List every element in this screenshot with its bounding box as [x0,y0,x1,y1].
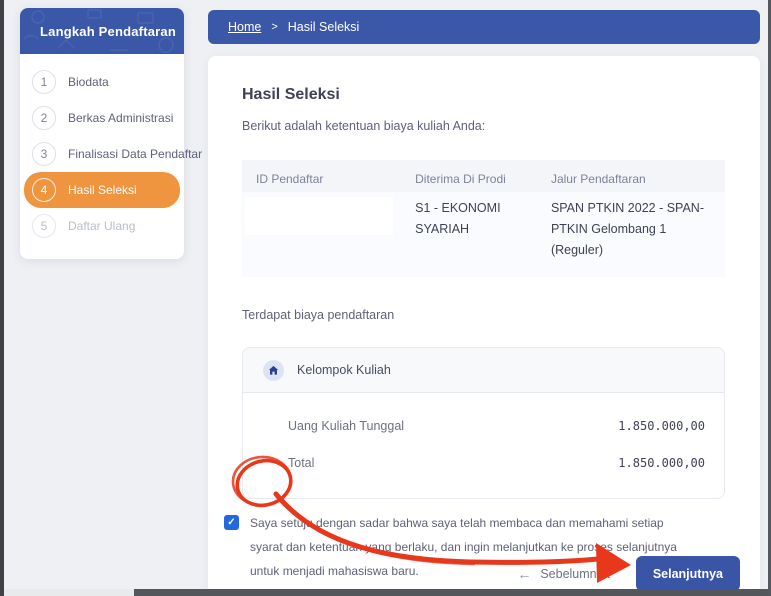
steps-panel-title: Langkah Pendaftaran [40,24,176,39]
applicant-info-table: ID Pendaftar Diterima Di Prodi Jalur Pen… [242,160,725,277]
fee-card: Kelompok Kuliah Uang Kuliah Tunggal 1.85… [242,347,725,499]
left-arrow-icon: ← [517,566,531,582]
window-frame-left [0,0,4,596]
label-diterima-di-prodi: Diterima Di Prodi [415,172,551,186]
label-id-pendaftar: ID Pendaftar [256,172,415,186]
step-number-badge: 2 [32,106,56,130]
home-icon [263,360,284,381]
step-item-berkas-administrasi[interactable]: 2 Berkas Administrasi [20,100,184,136]
redacted-id-value [245,197,393,235]
steps-list: 1 Biodata 2 Berkas Administrasi 3 Finali… [20,54,184,244]
previous-button[interactable]: ← Sebelumnya [517,566,610,582]
agreement-checkbox[interactable]: ✓ [224,515,239,530]
step-number-badge: 3 [32,142,56,166]
page-subtitle: Berikut adalah ketentuan biaya kuliah An… [242,119,726,133]
main-content-card: Hasil Seleksi Berikut adalah ketentuan b… [208,56,760,596]
page-title: Hasil Seleksi [242,86,726,104]
step-number-badge: 5 [32,214,56,238]
step-number-badge: 1 [32,70,56,94]
breadcrumb-current: Hasil Seleksi [288,20,360,34]
value-diterima-di-prodi: S1 - EKONOMI SYARIAH [415,198,551,261]
wizard-footer: ← Sebelumnya Selanjutnya [208,556,740,591]
label-jalur-pendaftaran: Jalur Pendaftaran [551,172,711,186]
breadcrumb-separator: > [271,21,277,33]
fee-row-total: Total 1.850.000,00 [288,456,705,470]
fee-amount: 1.850.000,00 [618,419,705,433]
steps-panel-header: Langkah Pendaftaran [20,8,184,54]
breadcrumb: Home > Hasil Seleksi [208,10,760,44]
step-item-hasil-seleksi-active[interactable]: 4 Hasil Seleksi [24,172,180,208]
next-button[interactable]: Selanjutnya [636,556,740,591]
step-item-finalisasi-data[interactable]: 3 Finalisasi Data Pendaftar [20,136,184,172]
step-item-biodata[interactable]: 1 Biodata [20,64,184,100]
fee-amount: 1.850.000,00 [618,456,705,470]
fee-card-header: Kelompok Kuliah [243,348,724,393]
fee-row-ukt: Uang Kuliah Tunggal 1.850.000,00 [288,419,705,433]
window-frame-bottom-bar [134,589,768,596]
step-number-badge: 4 [32,178,56,202]
fee-note: Terdapat biaya pendaftaran [242,308,726,322]
window-frame-bottom-left [4,589,134,596]
breadcrumb-home-link[interactable]: Home [228,20,261,34]
step-item-daftar-ulang: 5 Daftar Ulang [20,208,184,244]
registration-steps-panel: Langkah Pendaftaran 1 Biodata 2 Berkas A… [20,8,184,259]
fee-group-label: Kelompok Kuliah [297,363,391,377]
value-jalur-pendaftaran: SPAN PTKIN 2022 - SPAN-PTKIN Gelombang 1… [551,198,711,261]
